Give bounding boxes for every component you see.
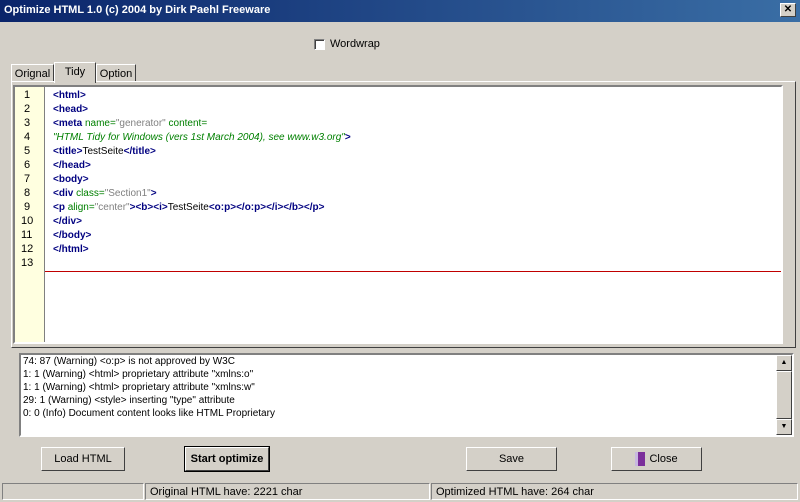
tab-option[interactable]: Option xyxy=(96,64,136,82)
code-line: <meta name="generator" content= xyxy=(53,118,208,129)
line-number: 7 xyxy=(24,173,31,185)
code-line: "HTML Tidy for Windows (vers 1st March 2… xyxy=(53,132,351,143)
code-editor[interactable]: 1 2 3 4 5 6 7 8 9 10 11 12 13 <html> <he… xyxy=(13,85,783,344)
scroll-down-icon[interactable]: ▼ xyxy=(776,419,792,435)
log-entry: 74: 87 (Warning) <o:p> is not approved b… xyxy=(23,356,235,367)
line-number: 10 xyxy=(21,215,34,227)
log-entry: 1: 1 (Warning) <html> proprietary attrib… xyxy=(23,382,255,393)
tab-label: Tidy xyxy=(64,66,86,78)
title-bar: Optimize HTML 1.0 (c) 2004 by Dirk Paehl… xyxy=(0,0,800,22)
scroll-thumb[interactable] xyxy=(776,371,792,419)
tab-label: Option xyxy=(99,68,133,80)
line-number: 2 xyxy=(24,103,31,115)
line-number: 3 xyxy=(24,117,31,129)
line-number: 6 xyxy=(24,159,31,171)
log-entry: 0: 0 (Info) Document content looks like … xyxy=(23,408,275,419)
code-line: <body> xyxy=(53,174,89,185)
code-line: <div class="Section1"> xyxy=(53,188,157,199)
code-line: </head> xyxy=(53,160,91,171)
status-panel-empty xyxy=(2,483,144,500)
start-optimize-button[interactable]: Start optimize xyxy=(184,446,270,472)
load-html-button[interactable]: Load HTML xyxy=(41,447,125,471)
save-button[interactable]: Save xyxy=(466,447,557,471)
tab-label: Orignal xyxy=(14,68,51,80)
code-line: <html> xyxy=(53,90,86,101)
line-number: 4 xyxy=(24,131,31,143)
line-number: 5 xyxy=(24,145,31,157)
tab-orignal[interactable]: Orignal xyxy=(11,64,54,82)
code-line: <p align="center"><b><i>TestSeite<o:p></… xyxy=(53,202,325,213)
status-optimized: Optimized HTML have: 264 char xyxy=(431,483,798,500)
cursor-line xyxy=(45,271,781,272)
close-button[interactable]: Close xyxy=(611,447,702,471)
log-list[interactable]: 74: 87 (Warning) <o:p> is not approved b… xyxy=(19,353,794,437)
line-number: 11 xyxy=(21,229,33,241)
code-line: </body> xyxy=(53,230,92,241)
line-number: 12 xyxy=(21,243,34,255)
wordwrap-label: Wordwrap xyxy=(330,38,380,50)
book-icon xyxy=(635,452,646,467)
code-line: </div> xyxy=(53,216,82,227)
wordwrap-checkbox[interactable]: Wordwrap xyxy=(314,37,380,51)
close-button-label: Close xyxy=(649,453,678,465)
code-line: </html> xyxy=(53,244,89,255)
line-number: 9 xyxy=(24,201,31,213)
log-scrollbar[interactable]: ▲ ▼ xyxy=(776,355,792,435)
line-number: 1 xyxy=(24,89,31,101)
checkbox-box[interactable] xyxy=(314,38,325,50)
tab-tidy[interactable]: Tidy xyxy=(54,62,96,83)
line-number-gutter: 1 2 3 4 5 6 7 8 9 10 11 12 13 xyxy=(15,87,45,342)
scroll-up-icon[interactable]: ▲ xyxy=(776,355,792,371)
line-number: 13 xyxy=(21,257,34,269)
code-line: <title>TestSeite</title> xyxy=(53,146,156,157)
log-entry: 29: 1 (Warning) <style> inserting "type"… xyxy=(23,395,235,406)
log-entry: 1: 1 (Warning) <html> proprietary attrib… xyxy=(23,369,254,380)
line-number: 8 xyxy=(24,187,31,199)
window-title: Optimize HTML 1.0 (c) 2004 by Dirk Paehl… xyxy=(4,4,271,16)
status-original: Original HTML have: 2221 char xyxy=(145,483,430,500)
close-window-icon[interactable]: ✕ xyxy=(780,3,796,17)
code-line: <head> xyxy=(53,104,89,115)
